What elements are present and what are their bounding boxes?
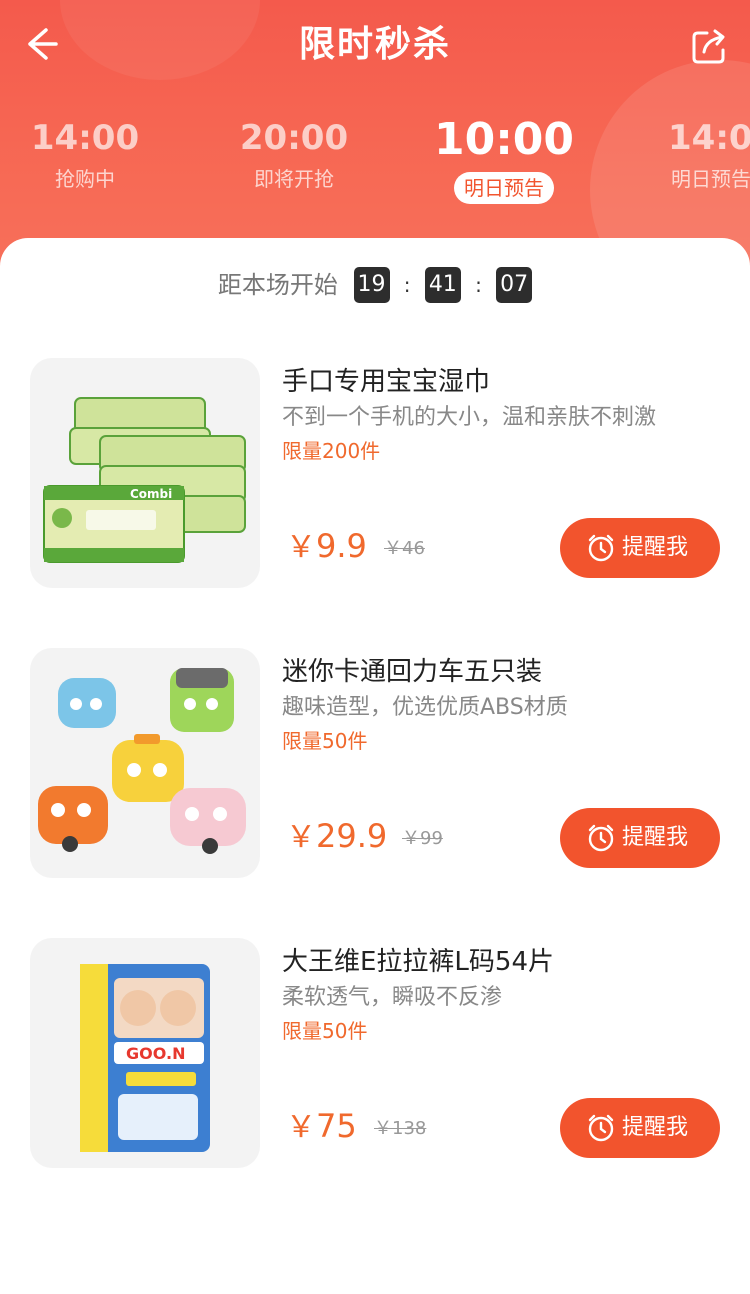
original-price: ￥99 (402, 828, 443, 849)
price-value: 29.9 (316, 817, 388, 855)
alarm-clock-icon (588, 1114, 614, 1142)
tab-time: 14:00 (30, 118, 140, 158)
product-limit: 限量50件 (282, 729, 368, 753)
tab-time: 10:00 (433, 114, 575, 165)
product-limit: 限量200件 (282, 439, 381, 463)
product-price: ￥29.9 (286, 814, 387, 864)
original-price: ￥46 (384, 538, 425, 559)
price-value: 9.9 (316, 527, 367, 565)
page-title: 限时秒杀 (298, 24, 451, 65)
price-value: 75 (316, 1107, 357, 1145)
product-name[interactable]: 迷你卡通回力车五只装 (282, 654, 542, 690)
remind-me-button[interactable]: 提醒我 (560, 1098, 720, 1158)
alarm-clock-icon (588, 534, 614, 562)
product-name[interactable]: 手口专用宝宝湿巾 (282, 364, 490, 400)
session-tabs: 14:00 抢购中 20:00 即将开抢 10:00 明日预告 14:00 明日… (0, 112, 750, 222)
product-image-brand: GOO.N (126, 1044, 185, 1063)
product-description: 不到一个手机的大小，温和亲肤不刺激 (282, 405, 657, 430)
product-price: ￥75 (286, 1104, 357, 1154)
countdown-seconds: 07 (496, 267, 533, 303)
countdown-hours: 19 (353, 267, 390, 303)
alarm-clock-icon (588, 824, 614, 852)
tab-status: 即将开抢 (254, 167, 334, 191)
price-currency: ￥ (286, 530, 316, 565)
tab-status: 抢购中 (55, 167, 115, 191)
remind-me-button[interactable]: 提醒我 (560, 518, 720, 578)
tab-time: 20:00 (239, 118, 349, 158)
product-description: 趣味造型，优选优质ABS材质 (282, 695, 568, 720)
countdown-minutes: 41 (424, 267, 461, 303)
tab-session-1[interactable]: 14:00 抢购中 (0, 112, 170, 194)
countdown-separator: : (403, 273, 411, 297)
tab-session-2[interactable]: 20:00 即将开抢 (209, 112, 379, 194)
tab-session-3[interactable]: 10:00 明日预告 (419, 112, 589, 204)
product-list-panel: 距本场开始 19 : 41 : 07 Combi 手口专用宝宝湿巾 不到一个手机… (0, 238, 750, 1294)
remind-me-label: 提醒我 (622, 535, 689, 560)
original-price: ￥138 (374, 1118, 427, 1139)
price-currency: ￥ (286, 820, 316, 855)
product-item[interactable]: Combi 手口专用宝宝湿巾 不到一个手机的大小，温和亲肤不刺激 限量200件 … (0, 358, 750, 590)
product-image-brand: Combi (130, 487, 172, 501)
product-image-toy-cars[interactable] (30, 648, 260, 878)
product-item[interactable]: GOO.N 大王维E拉拉裤L码54片 柔软透气，瞬吸不反渗 限量50件 ￥75 … (0, 938, 750, 1170)
tab-status: 明日预告 (671, 167, 750, 191)
tab-status-badge: 明日预告 (454, 172, 554, 204)
flash-sale-page: 限时秒杀 14:00 抢购中 20:00 即将开抢 10:00 明日预告 14:… (0, 0, 750, 1294)
product-description: 柔软透气，瞬吸不反渗 (282, 985, 503, 1010)
product-image-diapers[interactable]: GOO.N (30, 938, 260, 1168)
remind-me-label: 提醒我 (622, 825, 689, 850)
remind-me-button[interactable]: 提醒我 (560, 808, 720, 868)
tab-session-4[interactable]: 14:00 明日预告 (640, 112, 750, 194)
countdown-label: 距本场开始 (217, 271, 338, 299)
product-image-wipes[interactable]: Combi (30, 358, 260, 588)
tab-time: 14:00 (668, 118, 750, 158)
product-limit: 限量50件 (282, 1019, 368, 1043)
countdown: 距本场开始 19 : 41 : 07 (0, 266, 750, 306)
remind-me-label: 提醒我 (622, 1115, 689, 1140)
product-price: ￥9.9 (286, 524, 367, 574)
share-icon[interactable] (690, 28, 728, 66)
product-name[interactable]: 大王维E拉拉裤L码54片 (282, 944, 554, 980)
product-item[interactable]: 迷你卡通回力车五只装 趣味造型，优选优质ABS材质 限量50件 ￥29.9 ￥9… (0, 648, 750, 880)
countdown-separator: : (475, 273, 482, 297)
price-currency: ￥ (286, 1110, 316, 1145)
